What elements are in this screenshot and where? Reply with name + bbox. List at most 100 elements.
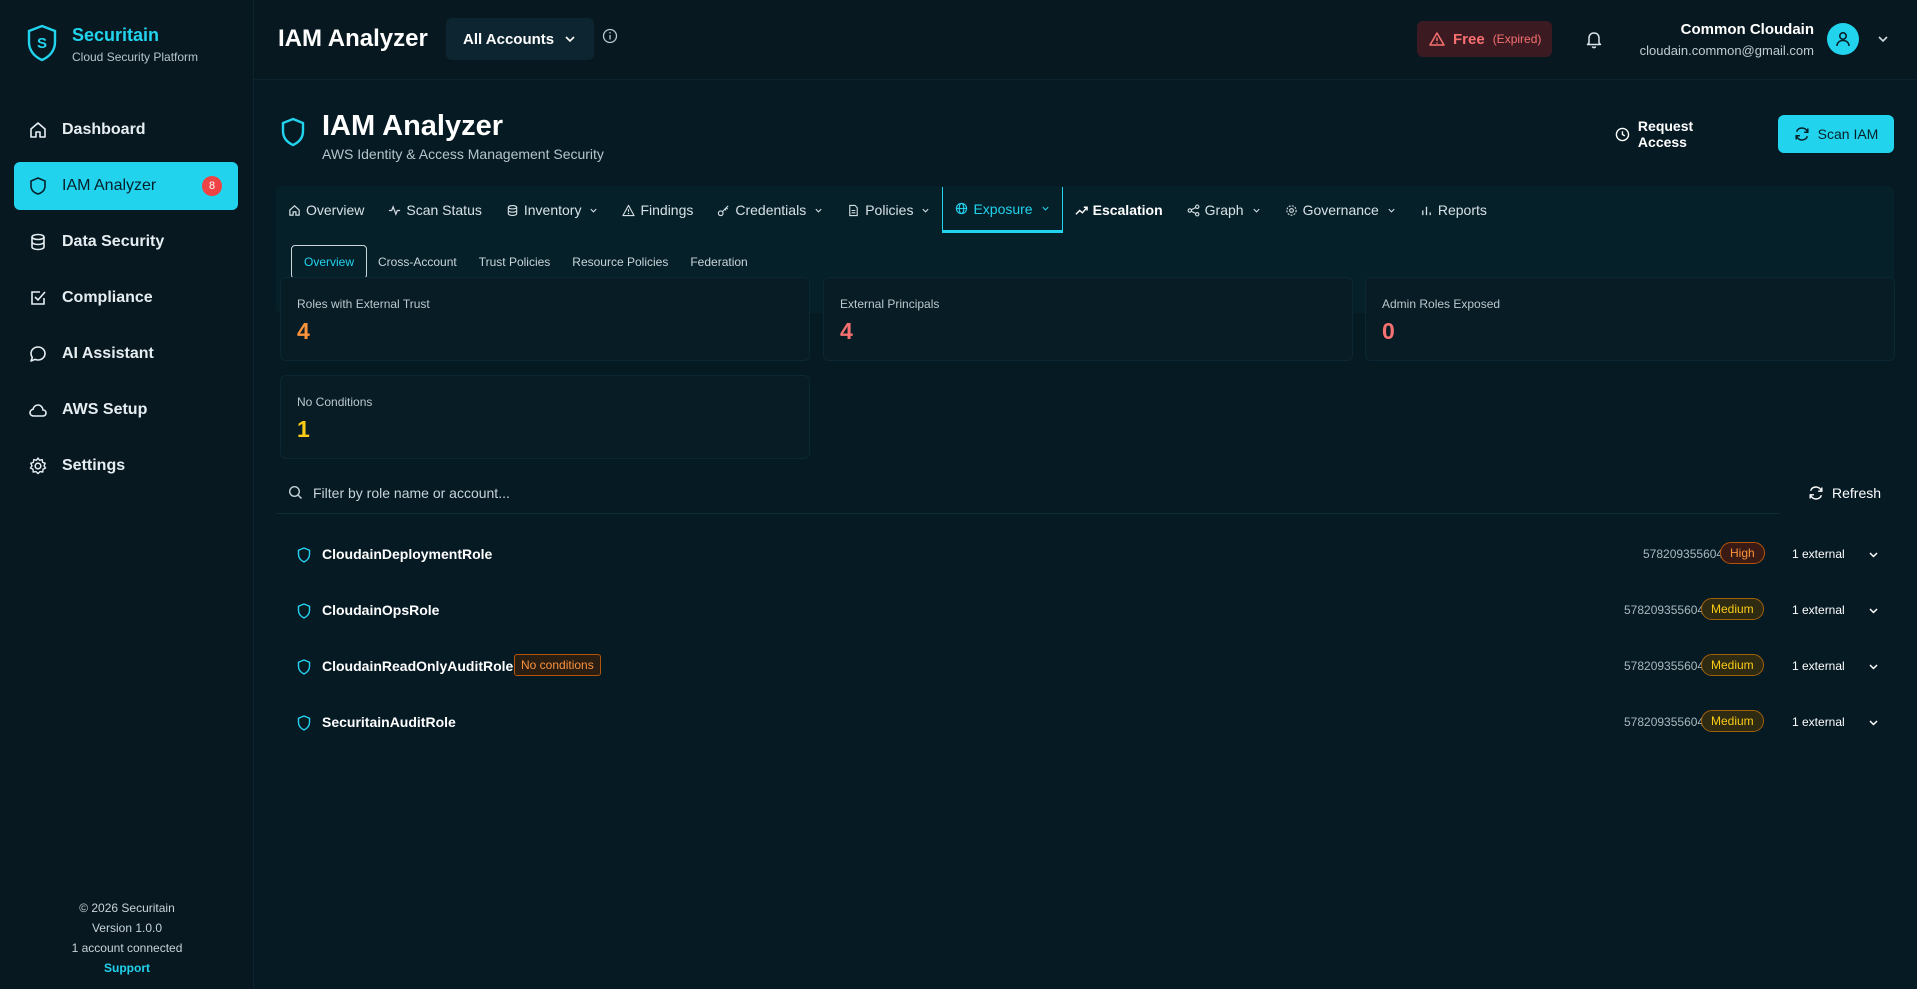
stat-card-external-trust: Roles with External Trust 4 [280,277,810,361]
subtab-federation[interactable]: Federation [679,245,758,279]
subtab-resource-policies[interactable]: Resource Policies [561,245,679,279]
role-account-id: 578209355604 [1643,547,1724,561]
info-icon[interactable] [602,28,618,44]
chevron-down-icon [922,208,930,213]
sidebar-item-dashboard[interactable]: Dashboard [14,106,238,154]
bell-icon[interactable] [1584,29,1604,49]
role-account-id: 578209355604 [1624,659,1705,673]
globe-icon [956,202,968,215]
key-icon [718,204,729,216]
findings-count-badge: 8 [202,176,222,196]
tab-overview[interactable]: Overview [276,187,376,233]
stat-value: 0 [1382,318,1395,344]
tab-label: Reports [1437,202,1487,218]
external-count: 1 external [1792,547,1845,561]
sidebar-item-label: Settings [62,457,126,474]
account-select-value: All Accounts [463,30,555,48]
chevron-down-icon[interactable] [1867,660,1880,673]
chevron-down-icon[interactable] [1876,32,1890,46]
role-row[interactable]: CloudainOpsRole 578209355604 Medium 1 ex… [276,582,1894,638]
subtab-cross-account[interactable]: Cross-Account [367,245,468,279]
sidebar-item-ai-assistant[interactable]: AI Assistant [14,330,238,378]
role-name: CloudainReadOnlyAuditRole [322,658,514,674]
avatar[interactable] [1827,23,1859,55]
subtab-overview[interactable]: Overview [291,245,368,279]
subtab-bar: Overview Cross-Account Trust Policies Re… [291,244,759,280]
chevron-down-icon [1388,208,1395,213]
tab-policies[interactable]: Policies [835,187,942,233]
stat-value: 4 [297,318,310,344]
home-icon [30,122,46,138]
sidebar-footer: © 2026 Securitain Version 1.0.0 1 accoun… [0,898,254,978]
shield-icon [297,547,311,563]
tab-reports[interactable]: Reports [1408,187,1499,233]
accounts-connected-text: 1 account connected [71,941,183,955]
svg-text:S: S [37,35,47,52]
refresh-button[interactable]: Refresh [1808,476,1908,510]
refresh-icon [1809,486,1823,500]
role-name: CloudainDeploymentRole [322,546,493,562]
bar-chart-icon [1421,206,1431,215]
page-subtitle: AWS Identity & Access Management Securit… [322,146,604,162]
scan-iam-button[interactable]: Scan IAM [1778,115,1894,153]
role-name: SecuritainAuditRole [322,714,456,730]
tab-escalation[interactable]: Escalation [1063,187,1175,233]
refresh-icon [1795,127,1809,141]
activity-icon [389,204,401,216]
brand[interactable]: S Securitain Cloud Security Platform [26,24,198,64]
user-icon [1836,31,1850,47]
external-count: 1 external [1792,659,1845,673]
cloud-icon [29,404,47,417]
tab-label: Scan Status [406,202,482,218]
sidebar-item-data-security[interactable]: Data Security [14,218,238,266]
tab-label: Overview [306,202,365,218]
sidebar-item-label: Data Security [62,233,165,250]
scan-iam-label: Scan IAM [1817,126,1879,142]
tab-label: Credentials [735,202,807,218]
severity-badge: High [1720,542,1765,564]
sidebar-item-aws-setup[interactable]: AWS Setup [14,386,238,434]
chat-icon [30,346,46,362]
account-select[interactable]: All Accounts [446,18,594,60]
role-row[interactable]: SecuritainAuditRole 578209355604 Medium … [276,694,1894,750]
tab-label: Inventory [523,202,582,218]
database-icon [507,204,518,216]
severity-badge: Medium [1701,598,1764,620]
chevron-down-icon[interactable] [1867,548,1880,561]
subtab-trust-policies[interactable]: Trust Policies [468,245,562,279]
chevron-down-icon[interactable] [1867,716,1880,729]
chevron-down-icon[interactable] [1867,604,1880,617]
tab-graph[interactable]: Graph [1175,187,1273,233]
role-row[interactable]: CloudainReadOnlyAuditRole No conditions … [276,638,1894,694]
tab-credentials[interactable]: Credentials [705,187,835,233]
support-link[interactable]: Support [0,958,254,978]
plan-badge[interactable]: Free (Expired) [1417,21,1552,57]
tab-bar: Overview Scan Status Inventory Findings … [276,186,1499,234]
sidebar-item-label: Dashboard [62,121,146,138]
shield-icon [297,715,311,731]
stat-label: Admin Roles Exposed [1382,297,1501,311]
role-filter-input[interactable]: Filter by role name or account... [276,472,1780,514]
tab-inventory[interactable]: Inventory [494,187,611,233]
sidebar-item-settings[interactable]: Settings [14,442,238,490]
tab-label: Graph [1204,202,1244,218]
sidebar-item-iam-analyzer[interactable]: IAM Analyzer 8 [14,162,238,210]
sidebar-item-compliance[interactable]: Compliance [14,274,238,322]
tab-exposure[interactable]: Exposure [942,187,1063,233]
tab-scan-status[interactable]: Scan Status [376,187,494,233]
shield-icon [281,117,305,147]
sidebar-item-label: AWS Setup [62,401,148,418]
tab-label: Governance [1302,202,1379,218]
database-icon [31,233,45,251]
checkbox-icon [31,291,46,305]
document-icon [849,204,858,216]
tab-governance[interactable]: Governance [1273,187,1408,233]
chevron-down-icon [590,208,598,213]
request-access-label: Request Access [1637,118,1694,150]
tab-label: Escalation [1092,202,1163,218]
tab-findings[interactable]: Findings [610,187,705,233]
external-count: 1 external [1792,603,1845,617]
request-access-button[interactable]: Request Access [1615,115,1745,153]
role-row[interactable]: CloudainDeploymentRole 578209355604 High… [276,526,1894,582]
stat-card-admin-roles-exposed: Admin Roles Exposed 0 [1365,277,1895,361]
